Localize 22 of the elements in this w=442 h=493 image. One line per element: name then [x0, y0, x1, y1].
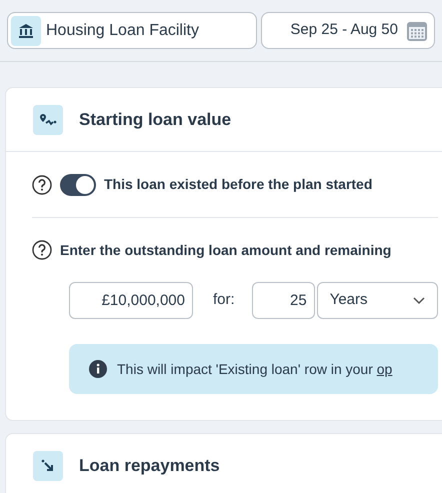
date-range: Sep 25 - Aug 50 [290, 20, 398, 40]
date-range-picker[interactable]: Sep 25 - Aug 50 [261, 12, 435, 49]
unit-dropdown[interactable]: Years [316, 282, 438, 319]
section-title: Starting loan value [79, 108, 232, 131]
help-icon[interactable] [32, 240, 52, 260]
facility-name: Housing Loan Facility [46, 20, 199, 40]
info-icon [89, 360, 107, 378]
facility-selector[interactable]: Housing Loan Facility [7, 12, 257, 49]
route-icon [33, 104, 63, 134]
for-label: for: [213, 290, 235, 310]
calendar-icon [406, 20, 428, 42]
toggle-switch[interactable] [60, 174, 96, 196]
amount-field[interactable]: £10,000,000 [69, 282, 193, 319]
help-icon[interactable] [32, 174, 52, 194]
bank-icon [11, 16, 41, 46]
chevron-down-icon [413, 296, 425, 304]
term-field[interactable]: 25 [252, 282, 315, 319]
info-text: This will impact 'Existing loan' row in your op [117, 360, 392, 379]
question-text: Enter the outstanding loan amount and remaining [60, 240, 392, 260]
toggle-label: This loan existed before the plan started [104, 175, 372, 194]
section-title: Loan repayments [79, 455, 220, 478]
info-link[interactable]: op [376, 360, 392, 376]
